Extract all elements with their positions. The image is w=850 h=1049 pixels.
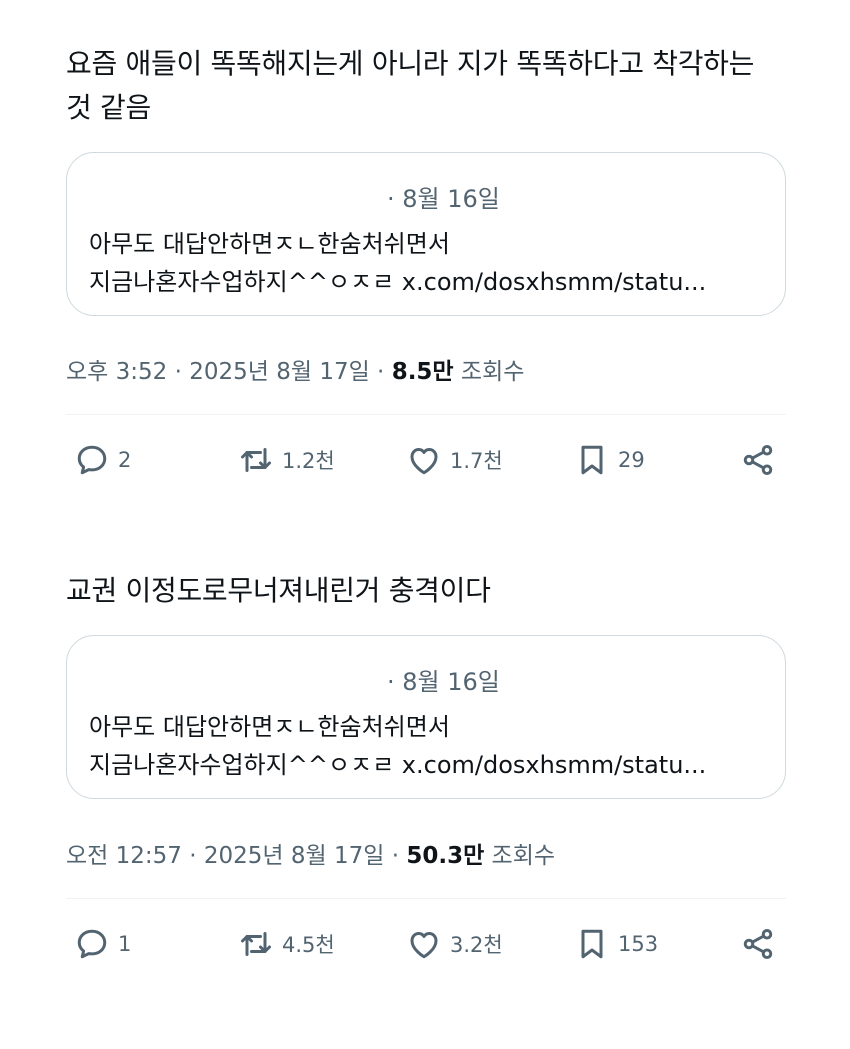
like-count: 1.7천 [450,449,503,473]
heart-icon [410,448,438,475]
share-button[interactable] [740,924,776,964]
action-bar: 1 4.5천 3.2천 153 [66,924,786,964]
repost-count: 1.2천 [282,449,335,473]
share-icon [743,445,773,475]
view-label: 조회수 [453,359,525,385]
repost-button[interactable]: 4.5천 [238,924,335,964]
bookmark-button[interactable]: 153 [574,924,658,964]
quote-line-2: 지금나혼자수업하지^^ㅇㅈㄹ x.com/dosxhsmm/statu... [89,751,707,779]
reply-count: 2 [118,448,132,472]
quote-body: 아무도 대답안하면ㅈㄴ한숨처쉬면서 지금나혼자수업하지^^ㅇㅈㄹ x.com/d… [89,708,769,784]
like-button[interactable]: 3.2천 [406,924,503,964]
bookmark-count: 29 [618,448,645,472]
quote-line-1: 아무도 대답안하면ㅈㄴ한숨처쉬면서 [89,713,450,741]
reply-count: 1 [118,932,132,956]
quote-author [91,666,371,692]
bookmark-icon [581,445,603,475]
action-bar: 2 1.2천 1.7천 29 [66,440,786,480]
reply-button[interactable]: 1 [74,924,131,964]
quote-line-1: 아무도 대답안하면ㅈㄴ한숨처쉬면서 [89,230,450,258]
quoted-post-card[interactable]: · 8월 16일 아무도 대답안하면ㅈㄴ한숨처쉬면서 지금나혼자수업하지^^ㅇㅈ… [66,635,786,799]
divider [66,898,786,899]
repost-count: 4.5천 [282,933,335,957]
quote-author [91,183,371,209]
repost-icon [241,932,271,956]
bookmark-count: 153 [618,932,659,956]
like-count: 3.2천 [450,933,503,957]
post-text: 요즘 애들이 똑똑해지는게 아니라 지가 똑똑하다고 착각하는 것 같음 [66,47,755,124]
repost-icon [241,448,271,472]
heart-icon [410,932,438,959]
post-timestamp[interactable]: 오후 3:52 · 2025년 8월 17일 · [66,359,392,385]
view-label: 조회수 [484,843,556,869]
reply-icon [77,445,107,475]
reply-button[interactable]: 2 [74,440,131,480]
quote-line-2: 지금나혼자수업하지^^ㅇㅈㄹ x.com/dosxhsmm/statu... [89,268,707,296]
post-meta: 오후 3:52 · 2025년 8월 17일 · 8.5만 조회수 [66,352,524,386]
post-text: 교권 이정도로무너져내린거 충격이다 [66,574,491,607]
divider [66,414,786,415]
share-icon [743,929,773,959]
view-count: 50.3만 [406,843,485,869]
like-button[interactable]: 1.7천 [406,440,503,480]
quote-date: · 8월 16일 [387,185,500,213]
quoted-post-card[interactable]: · 8월 16일 아무도 대답안하면ㅈㄴ한숨처쉬면서 지금나혼자수업하지^^ㅇㅈ… [66,152,786,316]
share-button[interactable] [740,440,776,480]
view-count: 8.5만 [391,359,454,385]
post-timestamp[interactable]: 오전 12:57 · 2025년 8월 17일 · [66,843,406,869]
post-meta: 오전 12:57 · 2025년 8월 17일 · 50.3만 조회수 [66,836,555,870]
bookmark-button[interactable]: 29 [574,440,645,480]
bookmark-icon [581,929,603,959]
reply-icon [77,929,107,959]
quote-body: 아무도 대답안하면ㅈㄴ한숨처쉬면서 지금나혼자수업하지^^ㅇㅈㄹ x.com/d… [89,225,769,301]
quote-date: · 8월 16일 [387,668,500,696]
repost-button[interactable]: 1.2천 [238,440,335,480]
